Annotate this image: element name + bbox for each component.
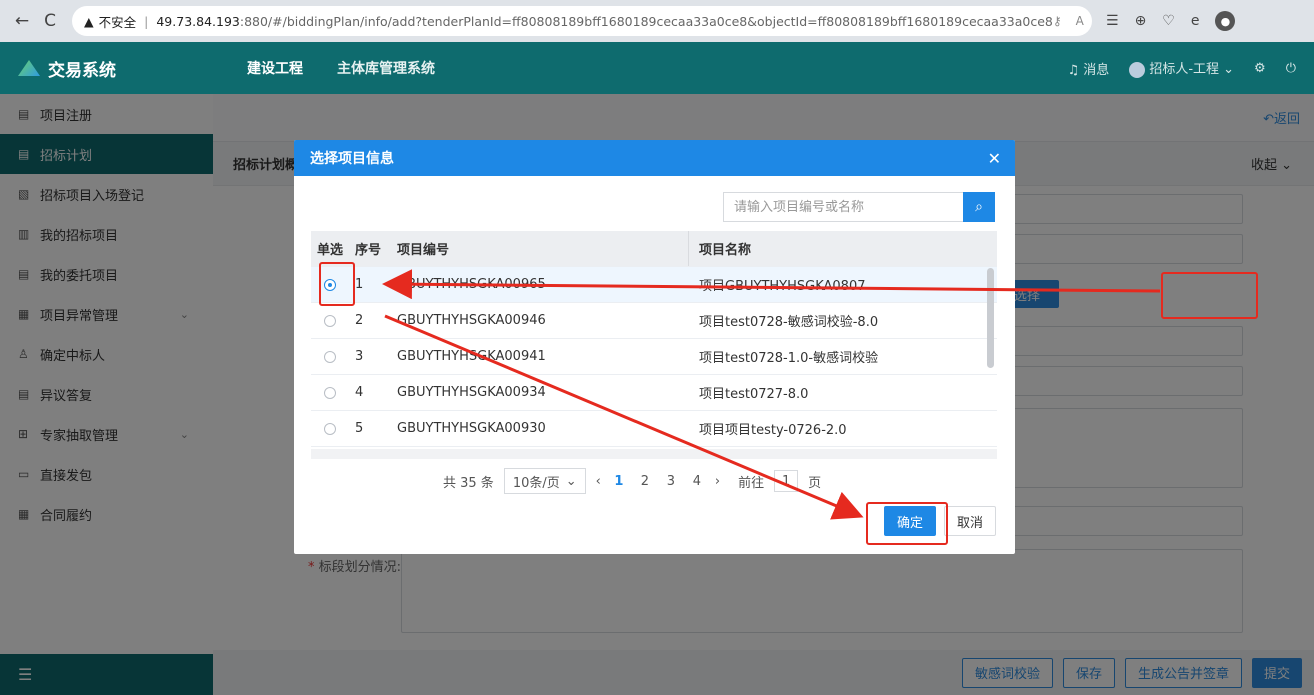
dialog-title: 选择项目信息 <box>310 151 394 167</box>
app-header: 交易系统 建设工程 主体库管理系统 ♫ 消息 招标人-工程 ⌄ ⚙ ⏻ <box>0 42 1314 94</box>
security-label: 不安全 <box>98 14 137 30</box>
table-header: 单选 序号 项目编号 项目名称 <box>311 231 997 267</box>
messages-link[interactable]: ♫ 消息 <box>1068 59 1110 78</box>
browser-toolbar: ← C ▲ 不安全 | 49.73.84.193:880/#/biddingPl… <box>0 0 1314 42</box>
vertical-scrollbar[interactable] <box>987 268 994 368</box>
prev-page-icon[interactable]: ‹ <box>596 474 601 489</box>
page-1[interactable]: 1 <box>611 474 627 489</box>
logo-icon <box>18 60 40 76</box>
page-size-select[interactable]: 10条/页 ⌄ <box>503 468 586 494</box>
reload-icon[interactable]: C <box>36 7 64 35</box>
table-row[interactable]: 5 GBUYTHYHSGKA00930 项目项目testy-0726-2.0 <box>311 411 997 447</box>
ie-mode-icon[interactable]: e <box>1191 13 1200 29</box>
table-row[interactable]: 2 GBUYTHYHSGKA00946 项目test0728-敏感词校验-8.0 <box>311 303 997 339</box>
settings-icon[interactable]: ⚙ <box>1254 61 1266 76</box>
horizontal-scrollbar[interactable] <box>311 449 997 459</box>
power-icon[interactable]: ⏻ <box>1286 61 1296 76</box>
annotation-box-radio <box>319 262 355 306</box>
cancel-button[interactable]: 取消 <box>944 506 996 536</box>
chevron-down-icon: ⌄ <box>565 473 577 489</box>
user-menu[interactable]: 招标人-工程 ⌄ <box>1129 58 1234 78</box>
next-page-icon[interactable]: › <box>715 474 720 489</box>
nav-item-construction[interactable]: 建设工程 <box>247 58 303 78</box>
page-4[interactable]: 4 <box>689 474 705 489</box>
row-radio[interactable] <box>324 350 336 363</box>
close-icon[interactable]: ✕ <box>988 149 1001 168</box>
table-row[interactable]: 4 GBUYTHYHSGKA00934 项目test0727-8.0 <box>311 375 997 411</box>
annotation-box-confirm <box>866 502 948 545</box>
address-bar[interactable]: ▲ 不安全 | 49.73.84.193:880/#/biddingPlan/i… <box>72 6 1092 36</box>
brand: 交易系统 <box>0 56 213 81</box>
brand-title: 交易系统 <box>48 60 116 81</box>
nav-item-entity-library[interactable]: 主体库管理系统 <box>337 58 435 78</box>
total-count: 共 35 条 <box>443 475 494 491</box>
top-nav: 建设工程 主体库管理系统 <box>213 58 435 78</box>
goto-page-input[interactable]: 1 <box>774 470 799 492</box>
row-radio[interactable] <box>324 422 336 435</box>
url-host: 49.73.84.193 <box>156 13 240 29</box>
row-radio[interactable] <box>324 314 336 327</box>
select-project-dialog: 选择项目信息 ✕ ⌕ 单选 序号 项目编号 项目名称 1 GBUYTHYHSGK… <box>294 140 1015 554</box>
key-icon[interactable]: ⚷ <box>1053 14 1062 28</box>
row-radio[interactable] <box>324 386 336 399</box>
favorites-icon[interactable]: ☰ <box>1106 13 1119 29</box>
url-path: :880/#/biddingPlan/info/add?tenderPlanId… <box>239 13 1053 29</box>
bell-icon: ♫ <box>1067 62 1080 78</box>
search-icon[interactable]: ⌕ <box>963 192 995 222</box>
annotation-box-select <box>1161 272 1258 319</box>
avatar <box>1129 61 1146 78</box>
warning-icon: ▲ <box>84 13 94 29</box>
pagination: 共 35 条 10条/页 ⌄ ‹ 1 2 3 4 › 前往 1 页 <box>443 468 821 494</box>
collections-icon[interactable]: ⊕ <box>1135 13 1147 29</box>
profile-icon[interactable]: ● <box>1215 11 1236 31</box>
read-aloud-icon[interactable]: A <box>1076 14 1084 28</box>
page-2[interactable]: 2 <box>637 474 653 489</box>
back-icon[interactable]: ← <box>8 7 36 35</box>
table-row[interactable]: 1 GBUYTHYHSGKA00965 项目GBUYTHYHSGKA0807 <box>311 267 997 303</box>
page-3[interactable]: 3 <box>663 474 679 489</box>
search-input[interactable] <box>723 192 963 222</box>
extensions-icon[interactable]: ♡ <box>1162 13 1175 29</box>
table-row[interactable]: 3 GBUYTHYHSGKA00941 项目test0728-1.0-敏感词校验 <box>311 339 997 375</box>
project-table: 单选 序号 项目编号 项目名称 1 GBUYTHYHSGKA00965 项目GB… <box>311 231 997 459</box>
